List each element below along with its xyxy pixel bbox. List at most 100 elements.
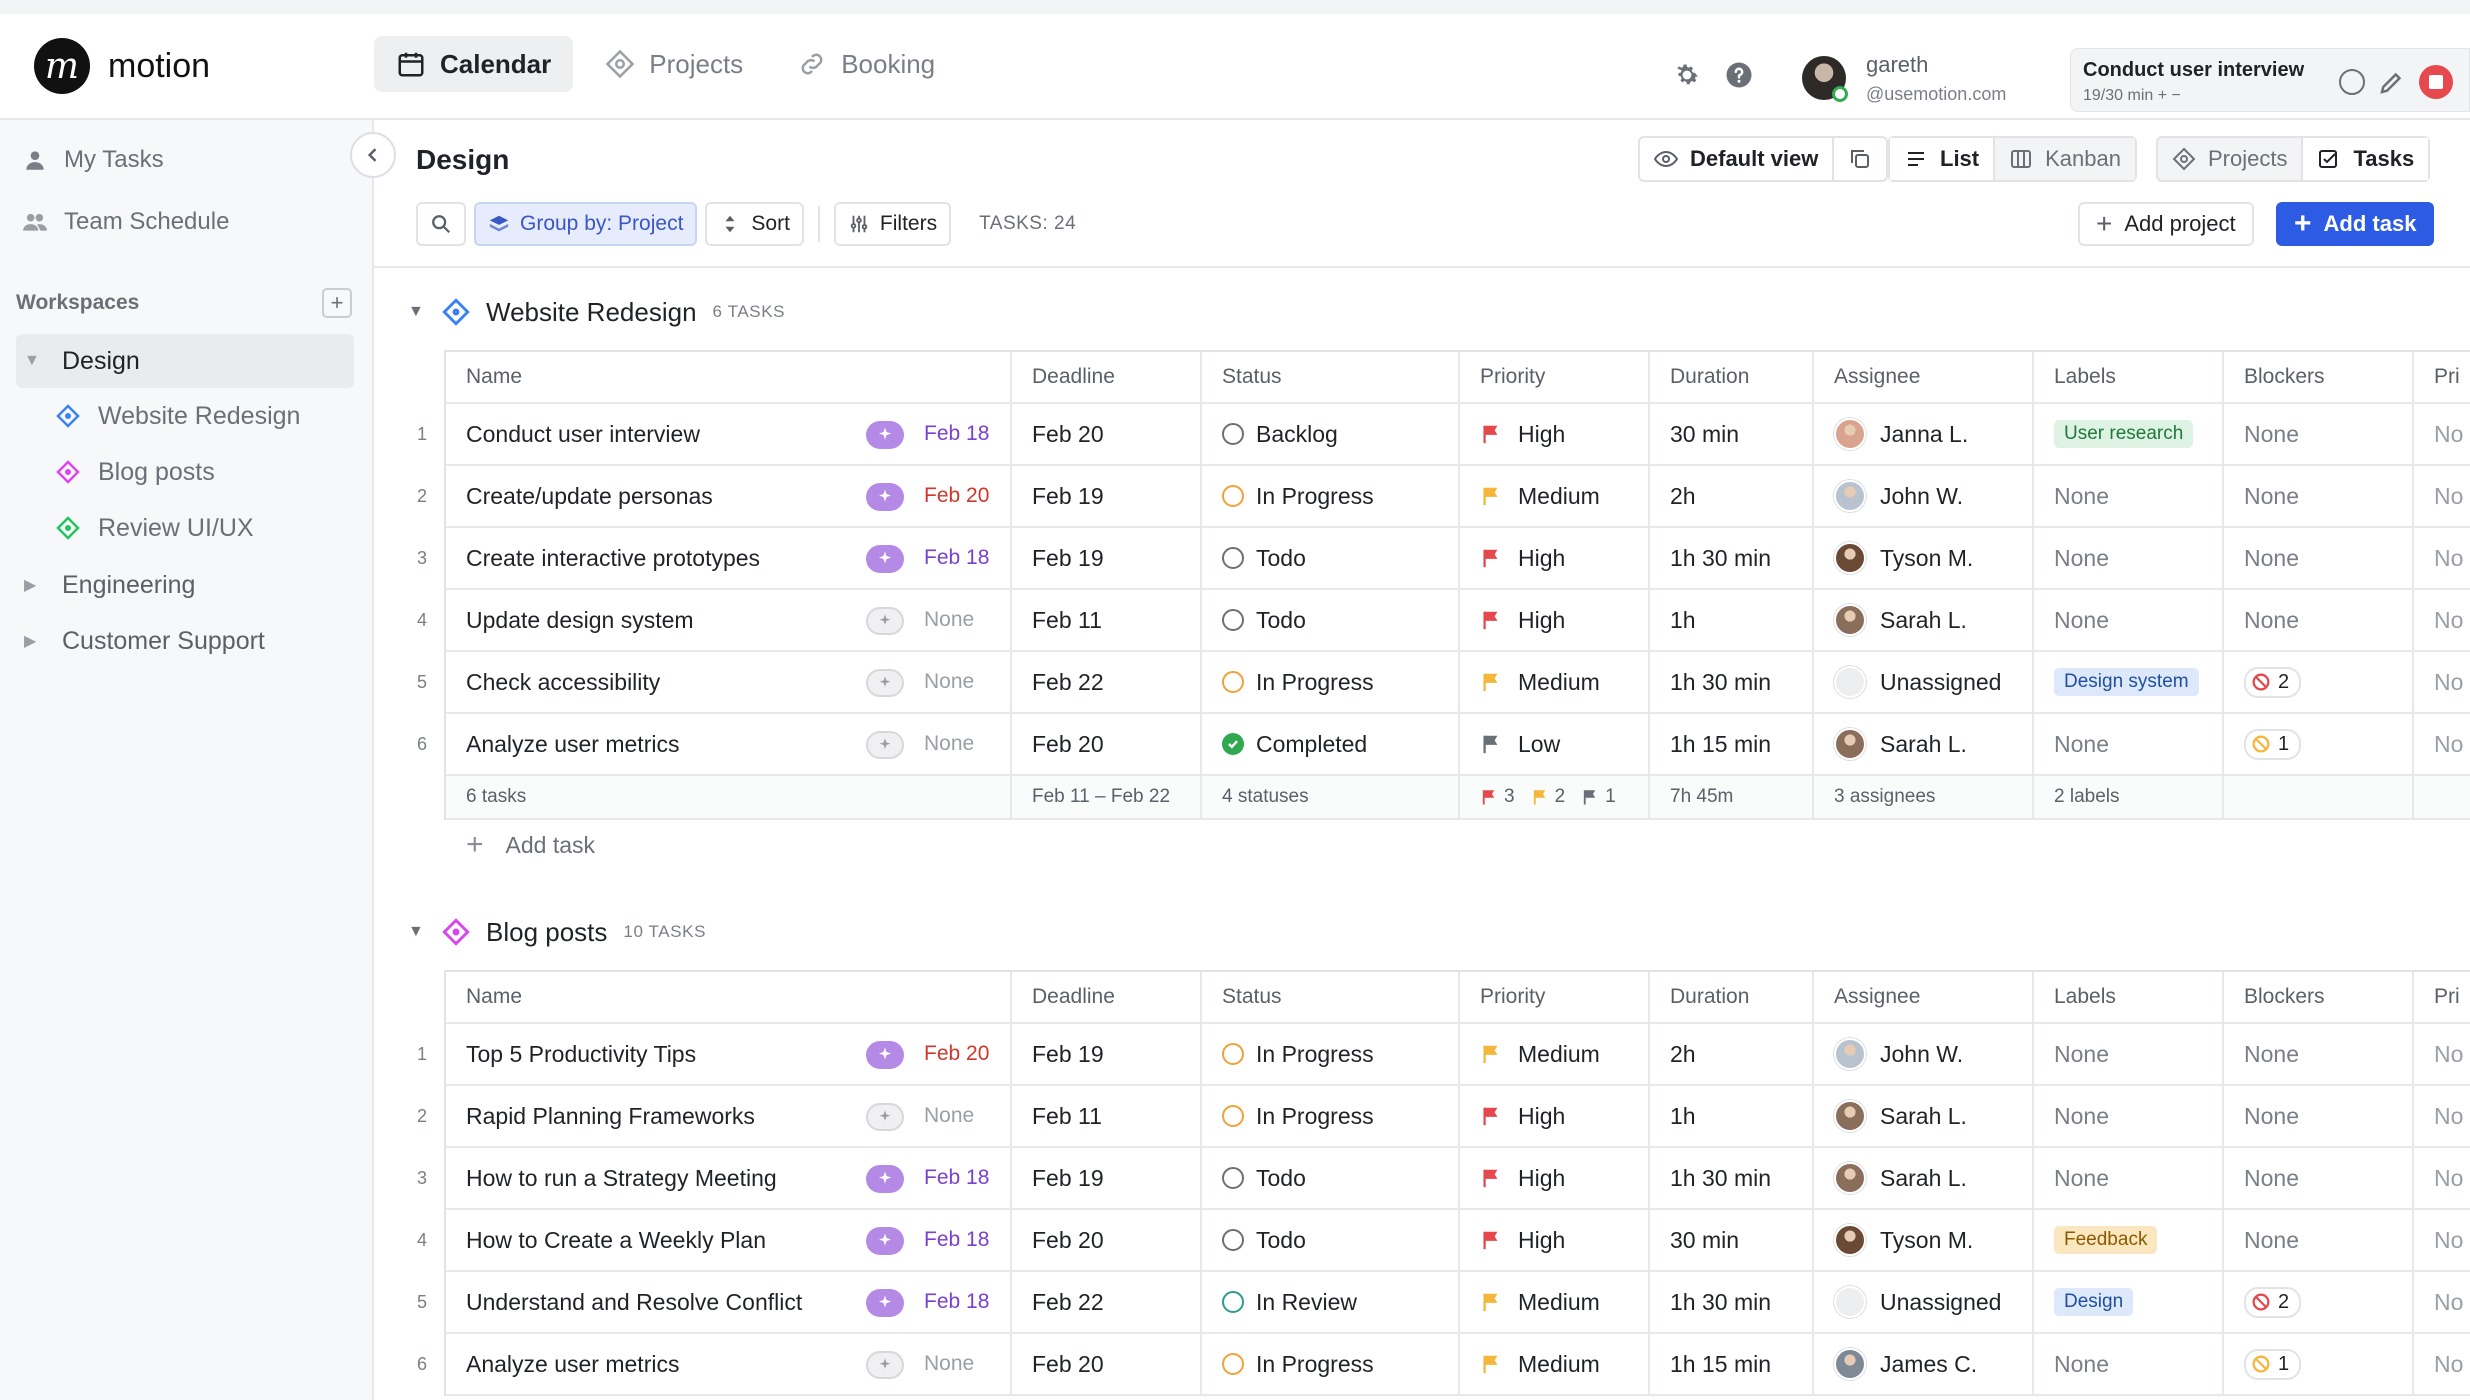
- tasks-view-button[interactable]: Tasks: [2303, 138, 2429, 180]
- priority-cell[interactable]: High: [1460, 528, 1650, 588]
- caret-down-icon[interactable]: ▼: [408, 923, 430, 941]
- duration-cell[interactable]: 1h 30 min: [1650, 1272, 1814, 1332]
- copy-view-button[interactable]: [1834, 138, 1886, 180]
- label-chip[interactable]: Design system: [2054, 668, 2199, 696]
- blockers-cell[interactable]: None: [2224, 528, 2414, 588]
- truncated-cell[interactable]: No: [2414, 1210, 2470, 1270]
- labels-cell[interactable]: None: [2034, 714, 2224, 774]
- column-header-priority[interactable]: Priority: [1460, 972, 1650, 1022]
- deadline-cell[interactable]: Feb 22: [1012, 652, 1202, 712]
- table-row[interactable]: 3 Create interactive prototypes Feb 18 F…: [417, 528, 2470, 590]
- task-name-cell[interactable]: Check accessibility None: [446, 652, 1012, 712]
- assignee-cell[interactable]: Tyson M.: [1814, 528, 2034, 588]
- task-name-cell[interactable]: Conduct user interview Feb 18: [446, 404, 1012, 464]
- edit-icon[interactable]: [2377, 67, 2407, 97]
- kanban-view-button[interactable]: Kanban: [1995, 138, 2135, 180]
- app-logo[interactable]: m motion: [34, 38, 210, 94]
- workspace-engineering[interactable]: ▶ Engineering: [16, 558, 354, 612]
- blockers-cell[interactable]: None: [2224, 590, 2414, 650]
- priority-cell[interactable]: High: [1460, 1086, 1650, 1146]
- group-by-button[interactable]: Group by: Project: [474, 202, 698, 246]
- duration-cell[interactable]: 30 min: [1650, 404, 1814, 464]
- caret-right-icon[interactable]: ▶: [24, 631, 48, 651]
- active-task-adjust[interactable]: + −: [2158, 87, 2181, 104]
- auto-schedule-on-icon[interactable]: [866, 421, 904, 449]
- workspace-design[interactable]: ▼ Design: [16, 334, 354, 388]
- status-cell[interactable]: In Progress: [1202, 1086, 1460, 1146]
- user-info[interactable]: gareth @usemotion.com: [1866, 52, 2006, 105]
- labels-cell[interactable]: None: [2034, 1086, 2224, 1146]
- add-workspace-button[interactable]: +: [322, 288, 352, 318]
- truncated-cell[interactable]: No: [2414, 590, 2470, 650]
- status-cell[interactable]: In Progress: [1202, 1024, 1460, 1084]
- assignee-cell[interactable]: James C.: [1814, 1334, 2034, 1394]
- sidebar-item-my-tasks[interactable]: My Tasks: [22, 140, 164, 180]
- blockers-cell[interactable]: None: [2224, 1148, 2414, 1208]
- labels-cell[interactable]: Design system: [2034, 652, 2224, 712]
- sidebar-project-blog-posts[interactable]: Blog posts: [56, 450, 215, 494]
- nav-calendar[interactable]: Calendar: [374, 36, 574, 92]
- assignee-cell[interactable]: Unassigned: [1814, 1272, 2034, 1332]
- add-project-button[interactable]: + Add project: [2078, 202, 2254, 246]
- duration-cell[interactable]: 1h 30 min: [1650, 528, 1814, 588]
- labels-cell[interactable]: None: [2034, 1148, 2224, 1208]
- column-header-duration[interactable]: Duration: [1650, 972, 1814, 1022]
- priority-cell[interactable]: Medium: [1460, 466, 1650, 526]
- caret-right-icon[interactable]: ▶: [24, 575, 48, 595]
- active-task-widget[interactable]: Conduct user interview 19/30 min + −: [2070, 48, 2470, 112]
- duration-cell[interactable]: 1h: [1650, 1086, 1814, 1146]
- column-header-status[interactable]: Status: [1202, 352, 1460, 402]
- duration-cell[interactable]: 1h 30 min: [1650, 652, 1814, 712]
- nav-projects[interactable]: Projects: [583, 36, 765, 92]
- deadline-cell[interactable]: Feb 20: [1012, 1334, 1202, 1394]
- column-header-labels[interactable]: Labels: [2034, 972, 2224, 1022]
- status-cell[interactable]: In Progress: [1202, 1334, 1460, 1394]
- caret-down-icon[interactable]: ▼: [408, 303, 430, 321]
- group-header-blog-posts[interactable]: ▼ Blog posts 10 TASKS: [408, 912, 706, 952]
- table-row[interactable]: 1 Conduct user interview Feb 18 Feb 20 B…: [417, 404, 2470, 466]
- labels-cell[interactable]: None: [2034, 590, 2224, 650]
- auto-schedule-on-icon[interactable]: [866, 1165, 904, 1193]
- complete-task-button[interactable]: [2339, 69, 2365, 95]
- truncated-cell[interactable]: No: [2414, 466, 2470, 526]
- table-row[interactable]: 1 Top 5 Productivity Tips Feb 20 Feb 19 …: [417, 1024, 2470, 1086]
- blocker-badge[interactable]: 1: [2244, 728, 2302, 760]
- priority-cell[interactable]: Medium: [1460, 1272, 1650, 1332]
- assignee-cell[interactable]: Sarah L.: [1814, 590, 2034, 650]
- duration-cell[interactable]: 2h: [1650, 1024, 1814, 1084]
- auto-schedule-on-icon[interactable]: [866, 483, 904, 511]
- table-row[interactable]: 2 Create/update personas Feb 20 Feb 19 I…: [417, 466, 2470, 528]
- blockers-cell[interactable]: None: [2224, 404, 2414, 464]
- sort-button[interactable]: Sort: [705, 202, 804, 246]
- table-row[interactable]: 2 Rapid Planning Frameworks None Feb 11 …: [417, 1086, 2470, 1148]
- assignee-cell[interactable]: Sarah L.: [1814, 1086, 2034, 1146]
- sidebar-project-review-ui-ux[interactable]: Review UI/UX: [56, 506, 254, 550]
- deadline-cell[interactable]: Feb 19: [1012, 528, 1202, 588]
- priority-cell[interactable]: Medium: [1460, 1024, 1650, 1084]
- settings-button[interactable]: [1672, 60, 1702, 95]
- deadline-cell[interactable]: Feb 22: [1012, 1272, 1202, 1332]
- column-header-deadline[interactable]: Deadline: [1012, 972, 1202, 1022]
- priority-cell[interactable]: High: [1460, 404, 1650, 464]
- task-name-cell[interactable]: Analyze user metrics None: [446, 1334, 1012, 1394]
- task-name-cell[interactable]: Update design system None: [446, 590, 1012, 650]
- task-name-cell[interactable]: How to Create a Weekly Plan Feb 18: [446, 1210, 1012, 1270]
- truncated-cell[interactable]: No: [2414, 1148, 2470, 1208]
- table-row[interactable]: 4 How to Create a Weekly Plan Feb 18 Feb…: [417, 1210, 2470, 1272]
- deadline-cell[interactable]: Feb 11: [1012, 1086, 1202, 1146]
- column-header-labels[interactable]: Labels: [2034, 352, 2224, 402]
- nav-booking[interactable]: Booking: [775, 36, 957, 92]
- help-button[interactable]: [1724, 60, 1754, 95]
- status-cell[interactable]: Completed: [1202, 714, 1460, 774]
- status-cell[interactable]: In Review: [1202, 1272, 1460, 1332]
- status-cell[interactable]: Todo: [1202, 590, 1460, 650]
- task-name-cell[interactable]: Rapid Planning Frameworks None: [446, 1086, 1012, 1146]
- auto-schedule-off-icon[interactable]: [866, 607, 904, 635]
- auto-schedule-off-icon[interactable]: [866, 1351, 904, 1379]
- task-name-cell[interactable]: How to run a Strategy Meeting Feb 18: [446, 1148, 1012, 1208]
- task-name-cell[interactable]: Top 5 Productivity Tips Feb 20: [446, 1024, 1012, 1084]
- priority-cell[interactable]: High: [1460, 1148, 1650, 1208]
- column-header-priority-truncated[interactable]: Pri: [2414, 972, 2470, 1022]
- column-header-assignee[interactable]: Assignee: [1814, 972, 2034, 1022]
- truncated-cell[interactable]: No: [2414, 1086, 2470, 1146]
